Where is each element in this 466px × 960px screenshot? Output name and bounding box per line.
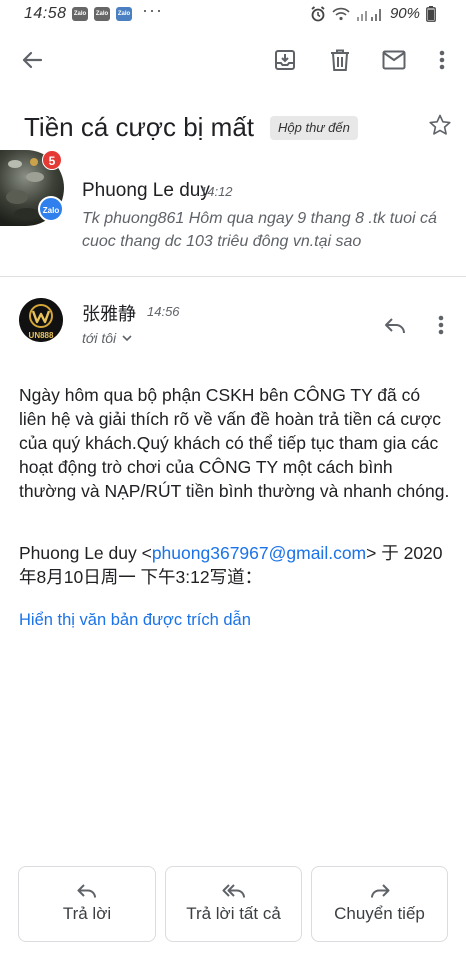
chevron-down-icon <box>122 334 132 341</box>
signal-icon <box>356 8 381 21</box>
status-right: 90% <box>310 5 436 22</box>
battery-percentage: 90% <box>389 5 420 22</box>
action-bar: Trả lời Trả lời tất cả Chuyển tiếp <box>0 866 466 942</box>
quote-prefix: Phuong Le duy < <box>19 543 152 563</box>
message-time: 14:12 <box>200 184 233 199</box>
reply-button[interactable] <box>380 310 410 340</box>
message-snippet: Tk phuong861 Hôm qua ngay 9 thang 8 .tk … <box>82 210 437 250</box>
delete-button[interactable] <box>324 44 356 76</box>
reply-action-button[interactable]: Trả lời <box>18 866 156 942</box>
star-icon <box>429 114 451 135</box>
battery-icon <box>426 5 436 22</box>
message-time: 14:56 <box>147 304 180 319</box>
delete-icon <box>331 49 349 71</box>
notification-count-badge: 5 <box>42 150 62 170</box>
star-button[interactable] <box>428 113 452 142</box>
status-bar: 14:58 Zalo Zalo Zalo ··· 90% <box>0 0 466 30</box>
forward-action-button[interactable]: Chuyển tiếp <box>311 866 448 942</box>
toolbar <box>0 38 466 82</box>
more-vert-icon <box>439 50 445 70</box>
archive-icon <box>275 50 295 70</box>
status-time: 14:58 <box>24 5 67 22</box>
reply-all-action-button[interactable]: Trả lời tất cả <box>165 866 302 942</box>
zalo-notification-icon: Zalo <box>94 7 110 21</box>
show-quoted-text-link[interactable]: Hiển thị văn bản được trích dẫn <box>19 611 251 630</box>
subject-row: Tiền cá cược bị mất Hộp thư đến <box>24 108 454 148</box>
collapsed-message[interactable]: 5 Zalo Phuong Le duy 14:12 Tk phuong861 … <box>0 150 466 270</box>
message-divider <box>0 276 466 277</box>
svg-text:UN888: UN888 <box>29 331 54 340</box>
alarm-icon <box>311 5 325 21</box>
sender-name: Phuong Le duy <box>82 180 210 201</box>
archive-button[interactable] <box>269 44 301 76</box>
forward-label: Chuyển tiếp <box>334 904 425 923</box>
mail-icon <box>382 50 406 70</box>
forward-icon <box>370 884 389 898</box>
zalo-badge-icon: Zalo <box>38 196 64 222</box>
recipient-label: tới tôi <box>82 330 117 346</box>
more-options-button[interactable] <box>426 44 458 76</box>
quote-attribution: Phuong Le duy <phuong367967@gmail.com> 于… <box>19 541 459 589</box>
recipient-details-toggle[interactable]: tới tôi <box>82 330 132 346</box>
zalo-notification-icon: Zalo <box>116 7 132 21</box>
more-vert-icon <box>438 315 444 335</box>
inbox-label-chip[interactable]: Hộp thư đến <box>270 116 358 140</box>
reply-icon <box>385 318 405 333</box>
sender-avatar: UN888 <box>19 298 63 342</box>
sender-name: 张雅静 <box>82 304 136 324</box>
message-more-options-button[interactable] <box>426 310 456 340</box>
open-message-header: UN888 张雅静 14:56 tới tôi <box>0 290 466 370</box>
email-subject: Tiền cá cược bị mất <box>24 112 255 142</box>
message-body: Ngày hôm qua bộ phận CSKH bên CÔNG TY đã… <box>19 385 450 501</box>
reply-icon <box>77 884 96 898</box>
reply-label: Trả lời <box>62 904 112 923</box>
reply-all-label: Trả lời tất cả <box>186 904 281 923</box>
zalo-notification-icon: Zalo <box>72 7 88 21</box>
mark-unread-button[interactable] <box>378 44 410 76</box>
quoted-email-link[interactable]: phuong367967@gmail.com <box>152 543 366 563</box>
more-notifications-icon: ··· <box>142 0 163 20</box>
back-arrow-icon <box>22 51 43 69</box>
reply-all-icon <box>222 884 245 898</box>
wifi-icon <box>332 7 350 20</box>
brand-logo-icon: UN888 <box>19 298 63 342</box>
back-button[interactable] <box>16 44 48 76</box>
